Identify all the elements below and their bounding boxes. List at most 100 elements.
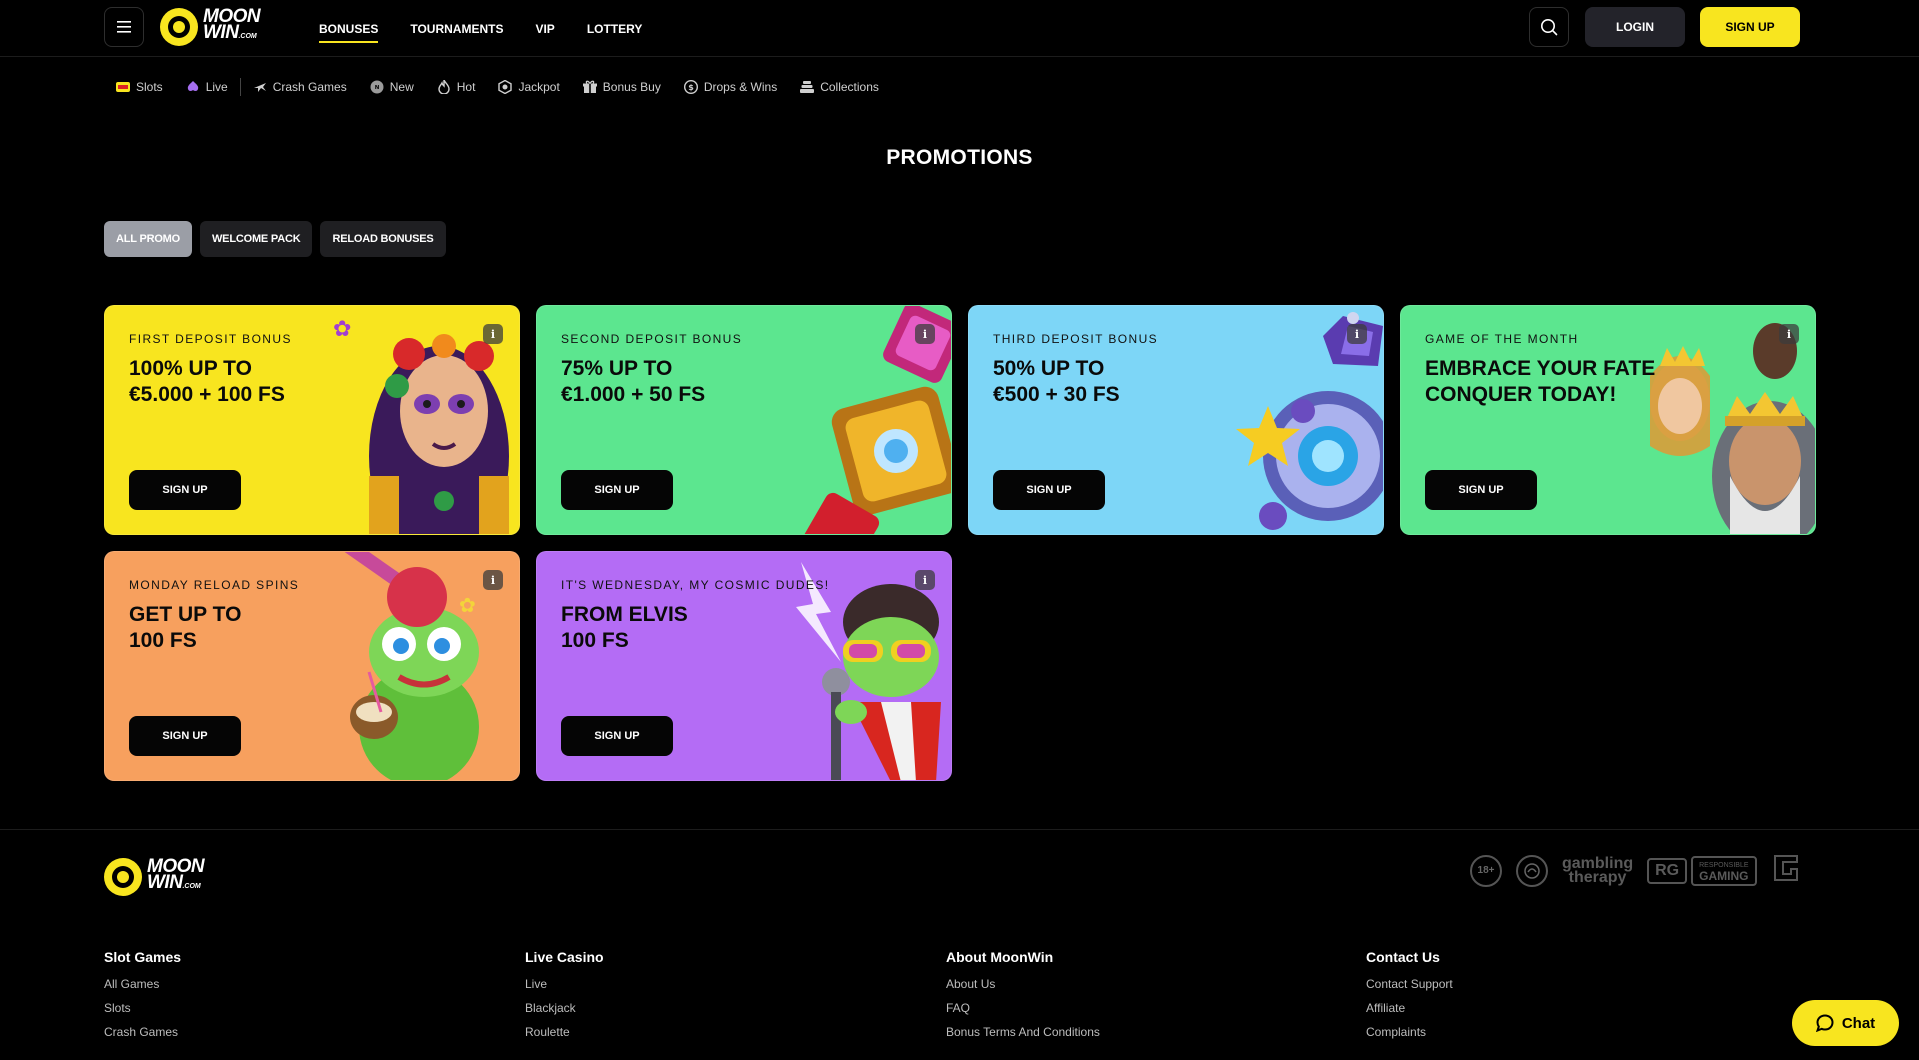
promo-title-line2: €5.000 + 100 FS xyxy=(129,383,285,406)
footer-col-title: About MoonWin xyxy=(946,949,1054,965)
nav-tournaments[interactable]: TOURNAMENTS xyxy=(410,0,503,57)
login-button[interactable]: LOGIN xyxy=(1585,7,1685,47)
category-bonus-buy[interactable]: Bonus Buy xyxy=(582,80,661,94)
footer-link[interactable]: Live xyxy=(525,977,604,991)
category-jackpot[interactable]: Jackpot xyxy=(498,80,560,94)
filter-welcome-pack[interactable]: WELCOME PACK xyxy=(200,221,313,257)
info-button[interactable]: i xyxy=(915,324,935,344)
live-icon xyxy=(186,80,200,94)
footer-link[interactable]: Roulette xyxy=(525,1025,604,1039)
promo-card-third-deposit[interactable]: i THIRD DEPOSIT BONUS 50% UP TO €500 + 3… xyxy=(968,305,1384,535)
svg-text:✿: ✿ xyxy=(333,317,351,342)
stack-icon xyxy=(800,80,815,94)
promo-signup-button[interactable]: SIGN UP xyxy=(561,470,673,510)
gambling-therapy-badge[interactable]: gambling therapy xyxy=(1562,855,1633,886)
category-label: Live xyxy=(205,80,228,94)
promo-title: 75% UP TO €1.000 + 50 FS xyxy=(561,356,705,408)
footer-col-contact: Contact Us Contact Support Affiliate Com… xyxy=(1366,949,1453,1049)
promo-card-monday-reload[interactable]: ✿ i MONDAY RELOAD SPINS GET UP TO 100 FS… xyxy=(104,551,520,781)
plane-icon xyxy=(253,80,267,94)
promo-title-line2: €500 + 30 FS xyxy=(993,383,1120,406)
chat-button[interactable]: Chat xyxy=(1792,1000,1899,1046)
promo-card-first-deposit[interactable]: ✿ i FIRST DEPOSIT BONUS 100% UP TO €5.00… xyxy=(104,305,520,535)
category-drops-wins[interactable]: $ Drops & Wins xyxy=(683,80,778,94)
category-slots[interactable]: Slots xyxy=(116,80,163,94)
promo-title: EMBRACE YOUR FATE CONQUER TODAY! xyxy=(1425,356,1655,408)
chat-label: Chat xyxy=(1841,1014,1876,1032)
badge-text-line2: therapy xyxy=(1568,868,1627,886)
footer-link[interactable]: Affiliate xyxy=(1366,1001,1453,1015)
new-icon: N xyxy=(370,80,384,94)
promo-title: FROM ELVIS 100 FS xyxy=(561,602,688,654)
promo-title-line2: 100 FS xyxy=(129,629,197,652)
footer-link[interactable]: Slots xyxy=(104,1001,181,1015)
moon-logo-icon xyxy=(160,8,198,46)
nav-lottery[interactable]: LOTTERY xyxy=(587,0,643,57)
info-button[interactable]: i xyxy=(1779,324,1799,344)
slot-machine-icon xyxy=(116,80,130,94)
nav-vip[interactable]: VIP xyxy=(535,0,554,57)
search-icon xyxy=(1541,19,1558,36)
hamburger-menu-button[interactable] xyxy=(104,7,144,47)
footer-logo[interactable]: MOON WIN.COM xyxy=(104,857,205,896)
footer-link[interactable]: All Games xyxy=(104,977,181,991)
header-logo[interactable]: MOON WIN.COM xyxy=(160,7,261,46)
promo-signup-button[interactable]: SIGN UP xyxy=(993,470,1105,510)
promo-eyebrow: IT'S WEDNESDAY, MY COSMIC DUDES! xyxy=(561,578,830,592)
promo-card-game-of-month[interactable]: i GAME OF THE MONTH EMBRACE YOUR FATE CO… xyxy=(1400,305,1816,535)
footer-col-about: About MoonWin About Us FAQ Bonus Terms A… xyxy=(946,949,1100,1049)
promo-title: 50% UP TO €500 + 30 FS xyxy=(993,356,1120,408)
promo-card-wednesday-elvis[interactable]: i IT'S WEDNESDAY, MY COSMIC DUDES! FROM … xyxy=(536,551,952,781)
promo-signup-button[interactable]: SIGN UP xyxy=(1425,470,1537,510)
info-button[interactable]: i xyxy=(483,324,503,344)
responsible-gaming-badge[interactable]: RG RESPONSIBLE GAMING xyxy=(1647,855,1757,886)
promo-eyebrow: MONDAY RELOAD SPINS xyxy=(129,578,300,592)
top-header: MOON WIN.COM BONUSES TOURNAMENTS VIP LOT… xyxy=(0,0,1919,57)
footer-col-slot-games: Slot Games All Games Slots Crash Games xyxy=(104,949,181,1049)
promo-title-line2: 100 FS xyxy=(561,629,629,652)
promo-filters: ALL PROMO WELCOME PACK RELOAD BONUSES xyxy=(104,221,446,257)
gamcare-seal-icon[interactable] xyxy=(1516,854,1548,887)
signup-button[interactable]: SIGN UP xyxy=(1700,7,1800,47)
coin-icon: $ xyxy=(683,80,698,94)
promo-title-line1: 75% UP TO xyxy=(561,357,673,380)
filter-all-promo[interactable]: ALL PROMO xyxy=(104,221,192,257)
promo-signup-button[interactable]: SIGN UP xyxy=(129,716,241,756)
category-label: Jackpot xyxy=(518,80,560,94)
info-button[interactable]: i xyxy=(915,570,935,590)
page-title: PROMOTIONS xyxy=(886,146,1033,169)
promo-eyebrow: FIRST DEPOSIT BONUS xyxy=(129,332,292,346)
search-button[interactable] xyxy=(1529,7,1569,47)
category-label: Drops & Wins xyxy=(703,80,778,94)
logo-line2: WIN xyxy=(147,872,183,893)
promo-title: 100% UP TO €5.000 + 100 FS xyxy=(129,356,285,408)
logo-line2: WIN xyxy=(203,22,239,43)
age-18-badge[interactable]: 18+ xyxy=(1470,854,1502,887)
promo-title-line2: CONQUER TODAY! xyxy=(1425,383,1617,406)
footer-link[interactable]: Complaints xyxy=(1366,1025,1453,1039)
info-button[interactable]: i xyxy=(483,570,503,590)
promo-title-line1: 100% UP TO xyxy=(129,357,252,380)
promo-signup-button[interactable]: SIGN UP xyxy=(129,470,241,510)
info-button[interactable]: i xyxy=(1347,324,1367,344)
chat-bubble-icon xyxy=(1815,1014,1834,1032)
gamcare-logo-icon[interactable] xyxy=(1771,852,1801,889)
flame-icon xyxy=(437,80,451,94)
footer-link[interactable]: Crash Games xyxy=(104,1025,181,1039)
category-hot[interactable]: Hot xyxy=(437,80,475,94)
category-collections[interactable]: Collections xyxy=(800,80,879,94)
category-crash-games[interactable]: Crash Games xyxy=(253,80,347,94)
footer-link[interactable]: Blackjack xyxy=(525,1001,604,1015)
category-new[interactable]: N New xyxy=(370,80,414,94)
promo-signup-button[interactable]: SIGN UP xyxy=(561,716,673,756)
category-live[interactable]: Live xyxy=(186,80,228,94)
footer-link[interactable]: FAQ xyxy=(946,1001,1100,1015)
footer-link[interactable]: Contact Support xyxy=(1366,977,1453,991)
footer-link[interactable]: About Us xyxy=(946,977,1100,991)
promo-eyebrow: SECOND DEPOSIT BONUS xyxy=(561,332,743,346)
promo-card-second-deposit[interactable]: i SECOND DEPOSIT BONUS 75% UP TO €1.000 … xyxy=(536,305,952,535)
nav-bonuses[interactable]: BONUSES xyxy=(319,0,379,57)
filter-reload-bonuses[interactable]: RELOAD BONUSES xyxy=(320,221,446,257)
footer-link[interactable]: Bonus Terms And Conditions xyxy=(946,1025,1100,1039)
promo-title-line1: GET UP TO xyxy=(129,603,242,626)
